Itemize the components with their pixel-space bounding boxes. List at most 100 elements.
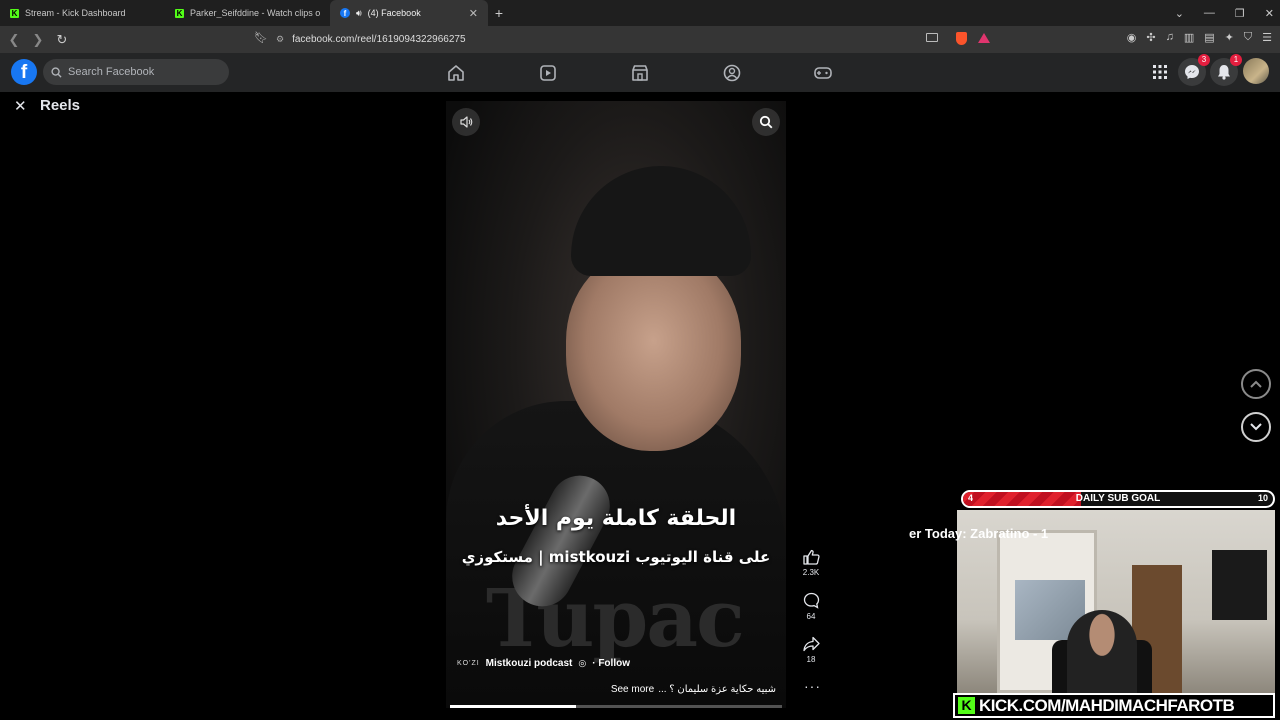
see-more-link[interactable]: See more: [611, 684, 654, 695]
browser-toolbar: ❮ ❯ ↻ 🔖︎ ⚙ facebook.com/reel/16190943229…: [0, 26, 1280, 53]
address-bar[interactable]: ⚙ facebook.com/reel/1619094322966275: [276, 29, 996, 50]
search-icon: [51, 66, 62, 78]
browser-tab[interactable]: K Parker_Seifddine - Watch clips on Kick: [165, 0, 330, 26]
chevron-up-icon: [1250, 380, 1262, 388]
webcam-tv: [1212, 550, 1267, 620]
search-icon: [759, 115, 773, 129]
search-input[interactable]: [68, 66, 218, 78]
restore-button[interactable]: ❐: [1235, 7, 1245, 20]
back-button[interactable]: ❮: [4, 32, 24, 48]
reload-button[interactable]: ↻: [52, 32, 72, 48]
video-caption-sub: على قناة اليوتيوب mistkouzi | مستكوزي: [461, 548, 771, 566]
share-button[interactable]: 18: [798, 636, 824, 664]
mute-button[interactable]: [452, 108, 480, 136]
messenger-button[interactable]: 3: [1178, 54, 1210, 86]
video-progress-fill: [450, 705, 577, 708]
facebook-header: f 3 1: [0, 53, 1280, 92]
minimize-button[interactable]: —: [1204, 7, 1215, 19]
grid-icon: [1153, 65, 1167, 79]
audio-icon[interactable]: 🔊︎: [356, 8, 362, 19]
search-box[interactable]: [43, 59, 229, 85]
facebook-logo-icon[interactable]: f: [11, 59, 37, 85]
stream-ticker: er Today: Zabratino - 1: [909, 526, 1049, 541]
author-name[interactable]: Mistkouzi podcast: [486, 658, 573, 669]
music-icon[interactable]: ♫: [1166, 31, 1174, 44]
vpn-icon[interactable]: ⛉: [1244, 31, 1252, 44]
browser-tab[interactable]: K Stream - Kick Dashboard: [0, 0, 165, 26]
new-tab-button[interactable]: +: [488, 5, 510, 21]
url-text: facebook.com/reel/1619094322966275: [292, 34, 466, 45]
sidebar-icon[interactable]: ▥: [1184, 31, 1194, 44]
description-text: شبيه حكاية عزة سليمان ؟ ...: [658, 684, 776, 695]
video-progress-bar[interactable]: [450, 705, 782, 708]
kick-logo-icon: K: [958, 697, 975, 714]
tab-title: (4) Facebook: [367, 8, 421, 18]
puzzle-icon[interactable]: ✣: [1146, 31, 1155, 44]
comment-count: 64: [806, 612, 816, 621]
sub-goal-target: 10: [1257, 493, 1268, 503]
comment-button[interactable]: 64: [798, 592, 824, 621]
notifications-badge: 1: [1230, 54, 1242, 66]
browser-tab-strip: K Stream - Kick Dashboard K Parker_Seifd…: [0, 0, 1280, 26]
close-tab-icon[interactable]: ✕: [469, 7, 478, 20]
messenger-badge: 3: [1198, 54, 1210, 66]
tab-search-icon[interactable]: ⌄: [1175, 7, 1184, 20]
tab-title: Stream - Kick Dashboard: [25, 8, 126, 18]
kick-icon: K: [175, 8, 184, 18]
follow-button[interactable]: · Follow: [592, 658, 630, 669]
video-caption-main: الحلقة كاملة يوم الأحد: [495, 506, 737, 531]
author-logo[interactable]: KO'ZI: [457, 660, 480, 667]
brave-rewards-icon[interactable]: [978, 33, 990, 43]
kick-channel-banner: K KICK.COM/MAHDIMACHFAROTB: [953, 693, 1275, 718]
like-icon: [802, 549, 820, 565]
gaming-icon[interactable]: [813, 63, 833, 83]
brave-shield-icon[interactable]: [956, 32, 967, 45]
bell-icon: [1218, 65, 1230, 80]
notifications-button[interactable]: 1: [1210, 54, 1242, 86]
facebook-icon: f: [340, 8, 350, 18]
cast-icon[interactable]: [926, 33, 938, 42]
tab-title: Parker_Seifddine - Watch clips on Kick: [190, 8, 320, 18]
leo-icon[interactable]: ✦: [1225, 31, 1234, 44]
sub-goal-label: DAILY SUB GOAL: [1075, 493, 1161, 504]
share-count: 18: [806, 655, 816, 664]
kick-url: KICK.COM/MAHDIMACHFAROTB: [979, 695, 1235, 715]
menu-icon[interactable]: ☰: [1262, 31, 1272, 44]
groups-icon[interactable]: [722, 63, 742, 83]
close-icon[interactable]: ✕: [14, 97, 27, 115]
previous-reel-button[interactable]: [1241, 369, 1271, 399]
chevron-down-icon: [1250, 423, 1262, 431]
forward-button[interactable]: ❯: [28, 32, 48, 48]
video-icon[interactable]: [538, 63, 558, 83]
search-button[interactable]: [752, 108, 780, 136]
messenger-icon: [1185, 65, 1199, 79]
window-controls: ⌄ — ❐ ✕: [1175, 0, 1274, 26]
browser-tab-active[interactable]: f 🔊︎ (4) Facebook ✕: [330, 0, 488, 26]
page-title: Reels: [40, 97, 81, 114]
extension-icon[interactable]: ◉: [1127, 31, 1137, 44]
like-button[interactable]: 2.3K: [798, 549, 824, 577]
speaker-icon: [460, 116, 473, 128]
share-icon: [802, 636, 820, 652]
like-count: 2.3K: [802, 568, 820, 577]
extensions-area: ◉ ✣ ♫ ▥ ▤ ✦ ⛉ ☰: [1127, 31, 1272, 44]
profile-avatar[interactable]: [1243, 58, 1269, 84]
reel-author: KO'ZI Mistkouzi podcast ◎ · Follow: [457, 658, 630, 669]
sub-goal-bar: 4 DAILY SUB GOAL 10: [961, 490, 1275, 508]
webcam-streamer: [1067, 610, 1137, 693]
comment-icon: [803, 592, 819, 609]
marketplace-icon[interactable]: [630, 63, 650, 83]
more-options-icon[interactable]: ···: [804, 678, 821, 694]
close-window-button[interactable]: ✕: [1265, 7, 1274, 20]
kick-icon: K: [10, 8, 19, 18]
home-icon[interactable]: [446, 63, 466, 83]
reel-video-player[interactable]: Tupac الحلقة كاملة يوم الأحد على قناة ال…: [446, 101, 786, 708]
reel-description: See more شبيه حكاية عزة سليمان ؟ ...: [611, 684, 776, 695]
site-info-icon[interactable]: ⚙: [276, 34, 284, 45]
menu-grid-icon[interactable]: [1146, 58, 1174, 86]
next-reel-button[interactable]: [1241, 412, 1271, 442]
bookmark-icon[interactable]: 🔖︎: [254, 31, 268, 44]
globe-icon: ◎: [578, 658, 587, 668]
video-person-face: [566, 251, 741, 451]
wallet-icon[interactable]: ▤: [1204, 31, 1214, 44]
